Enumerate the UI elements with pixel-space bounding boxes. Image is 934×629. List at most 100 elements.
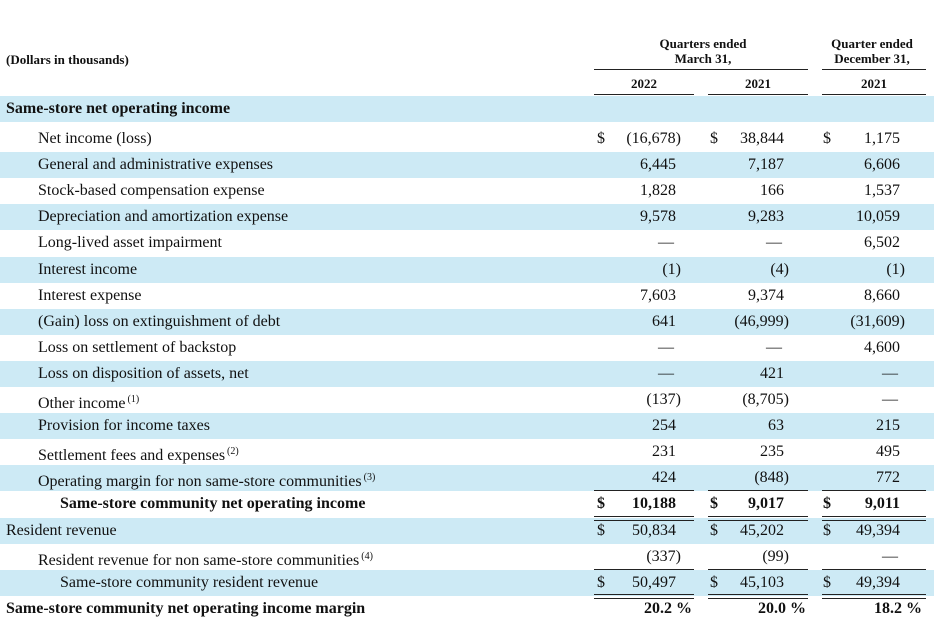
table-row: Interest expense 7,603 9,374 8,660 <box>0 283 934 309</box>
table-row: Long-lived asset impairment — — 6,502 <box>0 230 934 256</box>
underline <box>594 568 694 570</box>
cell-col1: (137) <box>646 391 681 408</box>
underline <box>708 568 808 570</box>
double-underline <box>822 515 926 521</box>
cell-col3: — <box>882 547 898 565</box>
section-title-row: Same-store net operating income <box>0 96 934 122</box>
cell-col2: — <box>766 234 782 252</box>
cell-col2: — <box>766 338 782 356</box>
footnote-ref: (2) <box>227 446 239 458</box>
row-label-text: Loss on disposition of assets, net <box>38 364 249 382</box>
table-row: Same-store community net operating incom… <box>0 596 934 622</box>
cell-col2: (46,999) <box>734 312 789 330</box>
row-label: Resident revenue <box>6 518 117 544</box>
double-underline <box>594 515 694 521</box>
cell-col2: 20.0 % <box>758 599 806 617</box>
row-label: Stock-based compensation expense <box>38 178 265 204</box>
column-year-2021-december: 2021 <box>861 76 887 91</box>
currency-symbol: $ <box>597 130 605 147</box>
footnote-ref: (4) <box>361 550 373 562</box>
cell-col2: 9,017 <box>748 495 784 513</box>
row-label-text: Long-lived asset impairment <box>38 234 222 252</box>
cell-col3: 1,537 <box>864 182 900 200</box>
header-group-march-line2: March 31, <box>674 51 732 66</box>
cell-col3: — <box>882 364 898 382</box>
table-row: Other income (1) (137) (8,705) — <box>0 387 934 413</box>
row-label: Loss on disposition of assets, net <box>38 361 249 387</box>
double-underline <box>708 593 808 599</box>
double-underline <box>594 593 694 599</box>
cell-col1: 424 <box>652 469 676 487</box>
table-row: Loss on disposition of assets, net — 421 — <box>0 360 934 387</box>
row-label-text: (Gain) loss on extinguishment of debt <box>38 312 281 330</box>
row-label-text: Resident revenue for non same-store comm… <box>38 551 360 569</box>
row-label: Same-store community net operating incom… <box>6 596 365 622</box>
cell-col2: (4) <box>770 260 789 278</box>
cell-col2: 38,844 <box>740 130 784 147</box>
cell-col1: 641 <box>652 312 676 330</box>
row-label: Other income (1) <box>38 387 139 413</box>
row-label-text: Loss on settlement of backstop <box>38 338 237 356</box>
row-label-text: Provision for income taxes <box>38 417 210 435</box>
row-label: Interest income <box>38 257 137 283</box>
row-label-text: Resident revenue <box>6 521 117 539</box>
column-rule-1 <box>594 94 694 95</box>
underline <box>822 568 926 570</box>
table-row: Depreciation and amortization expense 9,5… <box>0 204 934 231</box>
cell-col2: 63 <box>768 417 784 435</box>
table-row: Stock-based compensation expense 1,828 166… <box>0 178 934 204</box>
cell-col3: 215 <box>876 417 900 435</box>
cell-col3: 8,660 <box>864 286 900 304</box>
cell-col3: (31,609) <box>850 312 905 330</box>
row-label: Provision for income taxes <box>38 413 210 439</box>
cell-col2: 45,103 <box>740 573 784 591</box>
cell-col3: — <box>882 391 898 408</box>
currency-symbol: $ <box>823 573 831 591</box>
cell-col1: (337) <box>646 547 681 565</box>
cell-col2: 166 <box>760 182 784 200</box>
row-label: Interest expense <box>38 283 142 309</box>
row-label: Long-lived asset impairment <box>38 230 222 256</box>
currency-symbol: $ <box>710 573 718 591</box>
row-label: (Gain) loss on extinguishment of debt <box>38 309 280 335</box>
row-label-text: Same-store community net operating incom… <box>6 599 366 617</box>
cell-col1: 10,188 <box>632 495 676 513</box>
cell-col1: 20.2 % <box>644 599 692 617</box>
row-label-text: Other income <box>38 395 126 412</box>
cell-col2: (99) <box>762 547 789 565</box>
cell-col3: 49,394 <box>856 521 900 539</box>
cell-col3: 772 <box>876 469 900 487</box>
row-label-text: Depreciation and amortization expense <box>38 208 289 226</box>
column-year-2021-march: 2021 <box>745 76 771 91</box>
row-label: Resident revenue for non same-store comm… <box>38 544 373 570</box>
cell-col3: 6,502 <box>864 234 900 252</box>
cell-col1: 50,834 <box>632 521 676 539</box>
table-row: Same-store community resident revenue 50,… <box>0 569 934 596</box>
cell-col1: — <box>658 234 674 252</box>
footnote-ref: (3) <box>363 472 376 484</box>
table-row: Operating margin for non same-store comm… <box>0 465 934 492</box>
underline <box>708 490 808 492</box>
row-label: General and administrative expenses <box>38 152 273 178</box>
row-label: Loss on settlement of backstop <box>38 335 236 361</box>
row-label: Settlement fees and expenses (2) <box>38 439 239 465</box>
header-group-march: Quarters ended March 31, <box>598 36 808 66</box>
cell-col2: 9,283 <box>748 208 784 226</box>
footnote-ref: (1) <box>127 394 140 405</box>
table-row: Loss on settlement of backstop — — 4,600 <box>0 335 934 361</box>
row-label-text: Settlement fees and expenses <box>38 447 226 465</box>
cell-col3: 6,606 <box>864 156 900 174</box>
cell-col1: 254 <box>652 417 676 435</box>
table-row: (Gain) loss on extinguishment of debt 641… <box>0 308 934 335</box>
row-label-text: Interest income <box>38 260 138 278</box>
row-label: Same-store community resident revenue <box>60 570 318 596</box>
currency-symbol: $ <box>823 495 831 513</box>
row-label-text: Same-store community net operating incom… <box>60 495 366 513</box>
row-label-text: Interest expense <box>38 286 142 304</box>
cell-col1: 9,578 <box>640 208 676 226</box>
cell-col3: 4,600 <box>864 338 900 356</box>
header-group-march-line1: Quarters ended <box>659 36 747 51</box>
table-row: Settlement fees and expenses (2) 231 235 495 <box>0 439 934 465</box>
currency-symbol: $ <box>710 521 718 539</box>
row-label: Same-store community net operating incom… <box>60 491 365 517</box>
